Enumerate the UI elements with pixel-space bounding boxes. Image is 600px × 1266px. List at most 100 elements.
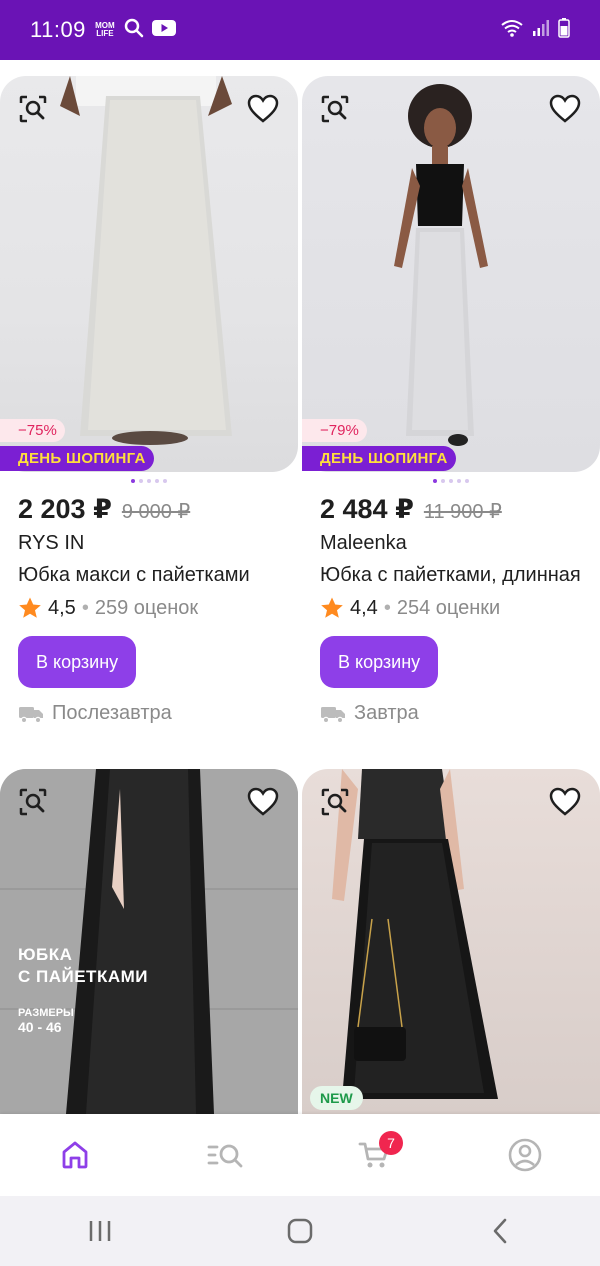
wifi-icon [500,18,524,43]
nav-cart[interactable]: 7 [345,1125,405,1185]
heart-icon [549,94,581,123]
skirt-illustration-1 [60,76,232,445]
model-illustration-4 [332,769,498,1099]
search-icon [124,18,144,43]
nav-home[interactable] [45,1125,105,1185]
image-search-icon [19,95,47,123]
image-search-icon [19,788,47,816]
image-pagination [302,479,600,483]
rating-value: 4,5 [48,596,76,619]
product-image-1[interactable] [0,76,298,472]
heart-icon [247,94,279,123]
delivery-text: Послезавтра [52,702,172,724]
new-badge: NEW [310,1086,363,1110]
back-chevron-icon [493,1218,507,1244]
rating-row: 4,5 • 259 оценок [18,596,198,620]
model-illustration-2 [394,84,488,446]
status-bar: 11:09 MOM LIFE [0,0,600,60]
product-image-3[interactable] [0,769,298,1114]
image-promo-text: ЮБКА С ПАЙЕТКАМИ [18,944,148,988]
rating-row: 4,4 • 254 оценки [320,596,500,620]
product-card-2[interactable]: −79% ДЕНЬ ШОПИНГА 2 484 ₽ 11 900 ₽ Malee… [302,76,600,756]
favorite-button[interactable] [246,785,280,819]
product-title: Юбка макси с пайетками [18,564,250,586]
product-card-3[interactable]: ЮБКА С ПАЙЕТКАМИ РАЗМЕРЫ 40 - 46 [0,769,298,1114]
status-right [500,17,570,43]
pagination-dot [441,479,445,483]
favorite-button[interactable] [246,92,280,126]
pagination-dot [155,479,159,483]
old-price: 9 000 ₽ [121,501,191,523]
product-image-4[interactable] [302,769,600,1114]
promo-badge: ДЕНЬ ШОПИНГА [302,446,456,471]
image-promo-line-1: ЮБКА [18,945,73,964]
image-pagination [0,479,298,483]
pagination-dot [139,479,143,483]
pagination-dot [433,479,437,483]
image-search-icon [321,95,349,123]
image-sizes-value: 40 - 46 [18,1019,62,1035]
discount-badge: −75% [0,419,65,442]
image-search-button[interactable] [318,785,352,819]
signal-icon [532,19,550,42]
price-row: 2 203 ₽ 9 000 ₽ [18,494,190,525]
price-row: 2 484 ₽ 11 900 ₽ [320,494,502,525]
rating-value: 4,4 [350,596,378,619]
review-count: 259 оценок [94,596,199,619]
pagination-dot [465,479,469,483]
rating-separator: • [383,596,391,619]
battery-icon [558,17,570,43]
rating-separator: • [81,596,89,619]
delivery-info: Завтра [320,702,419,725]
add-to-cart-button[interactable]: В корзину [18,636,137,688]
skirt-illustration-3 [0,769,298,1114]
pagination-dot [449,479,453,483]
recent-apps-icon [89,1221,111,1241]
delivery-text: Завтра [354,702,419,724]
add-to-cart-button[interactable]: В корзину [320,636,439,688]
mom-badge-bottom: LIFE [96,29,114,38]
brand-name: RYS IN [18,532,85,554]
image-sizes-label: РАЗМЕРЫ [18,1007,74,1019]
favorite-button[interactable] [548,92,582,126]
pagination-dot [131,479,135,483]
product-title: Юбка с пайетками, длинная [320,564,581,586]
star-icon [321,597,343,618]
recent-apps-button[interactable] [70,1201,130,1261]
system-nav-bar [0,1196,600,1266]
youtube-icon [151,19,176,42]
product-card-1[interactable]: −75% ДЕНЬ ШОПИНГА 2 203 ₽ 9 000 ₽ RYS IN… [0,76,298,756]
back-button[interactable] [470,1201,530,1261]
home-system-button[interactable] [270,1201,330,1261]
nav-profile[interactable] [495,1125,555,1185]
product-card-4[interactable]: NEW [302,769,600,1114]
image-search-button[interactable] [16,785,50,819]
discount-badge: −79% [302,419,367,442]
home-icon [62,1141,88,1169]
favorite-button[interactable] [548,785,582,819]
status-left: 11:09 MOM LIFE [30,17,176,43]
cart-count-badge: 7 [379,1131,403,1155]
promo-badge: ДЕНЬ ШОПИНГА [0,446,154,471]
status-time: 11:09 [30,17,86,42]
pagination-dot [147,479,151,483]
image-search-icon [321,788,349,816]
catalog-icon [207,1144,243,1168]
delivery-info: Послезавтра [18,702,172,725]
star-icon [19,597,41,618]
delivery-truck-icon [321,706,345,723]
product-image-2[interactable] [302,76,600,472]
heart-icon [549,787,581,816]
image-promo-line-2: С ПАЙЕТКАМИ [18,967,148,986]
pagination-dot [163,479,167,483]
price: 2 484 ₽ [320,494,414,524]
delivery-truck-icon [19,706,43,723]
image-search-button[interactable] [318,92,352,126]
image-search-button[interactable] [16,92,50,126]
pagination-dot [457,479,461,483]
brand-name: Maleenka [320,532,407,554]
nav-catalog[interactable] [195,1125,255,1185]
price: 2 203 ₽ [18,494,112,524]
mom-life-badge: MOM LIFE [94,22,116,38]
review-count: 254 оценки [396,596,501,619]
